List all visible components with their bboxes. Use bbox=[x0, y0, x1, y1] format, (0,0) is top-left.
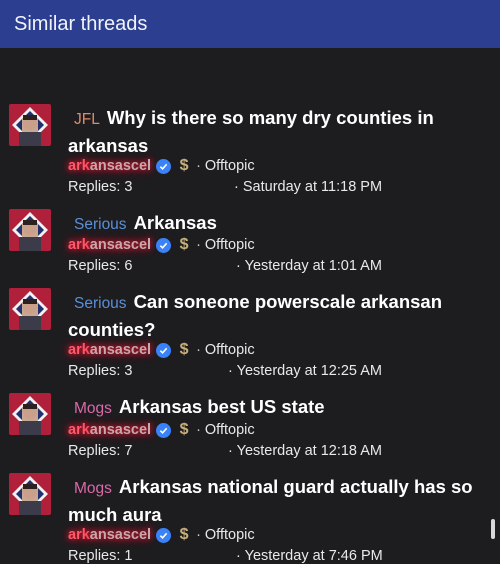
last-post-date-text[interactable]: Yesterday at 12:18 AM bbox=[237, 443, 382, 459]
last-post-date-text[interactable]: Yesterday at 7:46 PM bbox=[245, 548, 383, 564]
avatar[interactable] bbox=[9, 473, 51, 515]
thread-title[interactable]: Serious Arkansas bbox=[68, 210, 492, 238]
username[interactable]: arkansascel bbox=[68, 527, 151, 543]
thread-title[interactable]: Mogs Arkansas best US state bbox=[68, 394, 492, 422]
verified-check-icon bbox=[156, 237, 172, 253]
separator-dot: · bbox=[196, 422, 201, 438]
dollar-badge-icon: $ bbox=[179, 236, 189, 253]
last-post-date-text[interactable]: Yesterday at 1:01 AM bbox=[245, 258, 382, 274]
dollar-badge-icon: $ bbox=[179, 421, 189, 438]
username-rest: ansascel bbox=[89, 237, 152, 253]
verified-check-icon bbox=[156, 527, 172, 543]
thread-title[interactable]: Serious Can soneone powerscale arkansan c… bbox=[68, 289, 492, 343]
separator-dot: · bbox=[228, 363, 237, 379]
thread-meta: arkansascel $ · Offtopic bbox=[68, 420, 255, 440]
username[interactable]: arkansascel bbox=[68, 422, 151, 438]
thread-title-text[interactable]: Arkansas bbox=[134, 212, 217, 233]
username-rest: ansascel bbox=[89, 422, 152, 438]
thread-prefix-mogs[interactable]: Mogs bbox=[68, 480, 112, 497]
last-post-date-text[interactable]: Yesterday at 12:25 AM bbox=[237, 363, 382, 379]
separator-dot: · bbox=[228, 443, 237, 459]
thread-title-text[interactable]: Arkansas best US state bbox=[119, 396, 325, 417]
separator-dot: · bbox=[236, 548, 245, 564]
username-highlight: ark bbox=[68, 158, 90, 174]
thread-prefix-serious[interactable]: Serious bbox=[68, 295, 127, 312]
username-rest: ansascel bbox=[89, 342, 152, 358]
thread-title[interactable]: JFL Why is there so many dry counties in … bbox=[68, 105, 492, 159]
scrollbar[interactable] bbox=[491, 519, 495, 539]
thread-meta: arkansascel $ · Offtopic bbox=[68, 235, 255, 255]
last-post-date[interactable]: · Yesterday at 1:01 AM bbox=[236, 258, 382, 274]
thread-title[interactable]: Mogs Arkansas national guard actually has… bbox=[68, 474, 492, 528]
dollar-badge-icon: $ bbox=[179, 341, 189, 358]
username-rest: ansascel bbox=[89, 527, 152, 543]
forum-link[interactable]: Offtopic bbox=[205, 237, 255, 253]
thread-prefix-serious[interactable]: Serious bbox=[68, 216, 127, 233]
separator-dot: · bbox=[196, 237, 201, 253]
username-highlight: ark bbox=[68, 527, 90, 543]
verified-check-icon bbox=[156, 158, 172, 174]
avatar[interactable] bbox=[9, 393, 51, 435]
forum-link[interactable]: Offtopic bbox=[205, 342, 255, 358]
avatar[interactable] bbox=[9, 209, 51, 251]
replies-count: Replies: 3 bbox=[68, 179, 133, 195]
separator-dot: · bbox=[234, 179, 243, 195]
last-post-date-text[interactable]: Saturday at 11:18 PM bbox=[243, 179, 382, 195]
thread-meta: arkansascel $ · Offtopic bbox=[68, 340, 255, 360]
username-highlight: ark bbox=[68, 422, 90, 438]
thread-title-text[interactable]: Why is there so many dry counties in ark… bbox=[68, 107, 434, 156]
thread-meta: arkansascel $ · Offtopic bbox=[68, 156, 255, 176]
replies-count: Replies: 6 bbox=[68, 258, 133, 274]
dollar-badge-icon: $ bbox=[179, 157, 189, 174]
thread-meta: arkansascel $ · Offtopic bbox=[68, 525, 255, 545]
avatar[interactable] bbox=[9, 104, 51, 146]
username-highlight: ark bbox=[68, 342, 90, 358]
separator-dot: · bbox=[236, 258, 245, 274]
last-post-date[interactable]: · Yesterday at 12:18 AM bbox=[228, 443, 382, 459]
last-post-date[interactable]: · Saturday at 11:18 PM bbox=[234, 179, 382, 195]
last-post-date[interactable]: · Yesterday at 12:25 AM bbox=[228, 363, 382, 379]
forum-link[interactable]: Offtopic bbox=[205, 158, 255, 174]
avatar[interactable] bbox=[9, 288, 51, 330]
username[interactable]: arkansascel bbox=[68, 158, 151, 174]
username-rest: ansascel bbox=[89, 158, 152, 174]
verified-check-icon bbox=[156, 422, 172, 438]
verified-check-icon bbox=[156, 342, 172, 358]
username[interactable]: arkansascel bbox=[68, 237, 151, 253]
replies-count: Replies: 3 bbox=[68, 363, 133, 379]
replies-count: Replies: 1 bbox=[68, 548, 133, 564]
username[interactable]: arkansascel bbox=[68, 342, 151, 358]
dollar-badge-icon: $ bbox=[179, 526, 189, 543]
thread-prefix-jfl[interactable]: JFL bbox=[68, 111, 100, 128]
forum-link[interactable]: Offtopic bbox=[205, 422, 255, 438]
thread-title-text[interactable]: Arkansas national guard actually has so … bbox=[68, 476, 473, 525]
similar-threads-header: Similar threads bbox=[0, 0, 500, 48]
thread-prefix-mogs[interactable]: Mogs bbox=[68, 400, 112, 417]
separator-dot: · bbox=[196, 527, 201, 543]
forum-link[interactable]: Offtopic bbox=[205, 527, 255, 543]
section-title: Similar threads bbox=[14, 12, 148, 35]
replies-count: Replies: 7 bbox=[68, 443, 133, 459]
last-post-date[interactable]: · Yesterday at 7:46 PM bbox=[236, 548, 383, 564]
separator-dot: · bbox=[196, 342, 201, 358]
username-highlight: ark bbox=[68, 237, 90, 253]
separator-dot: · bbox=[196, 158, 201, 174]
